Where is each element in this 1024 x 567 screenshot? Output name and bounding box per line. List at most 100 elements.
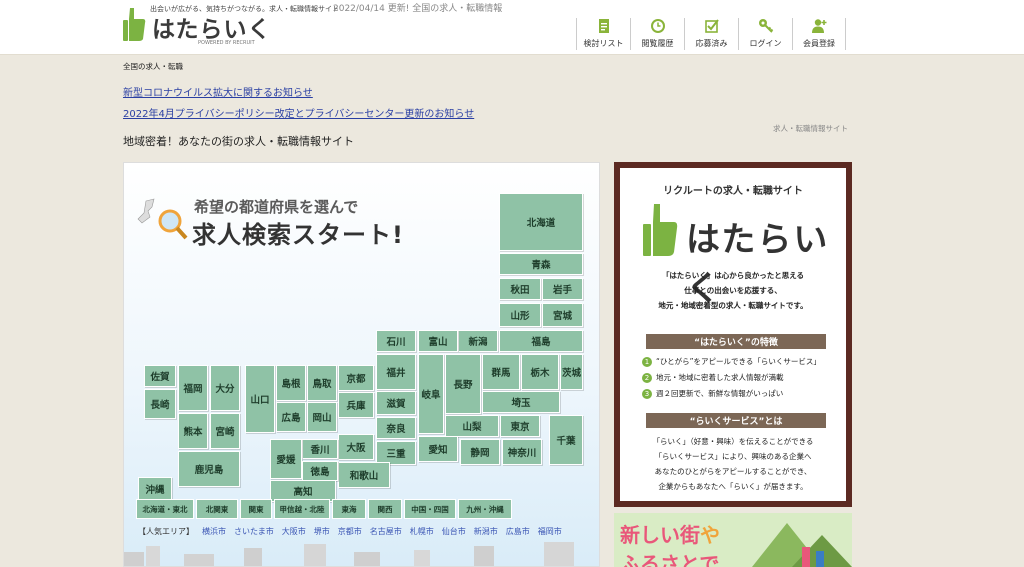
city-link[interactable]: 新潟市	[474, 526, 498, 537]
prefecture-tile[interactable]: 長野	[445, 354, 481, 414]
prefecture-tile[interactable]: 神奈川	[502, 439, 542, 465]
number-badge-3: 3	[642, 388, 652, 399]
region-button[interactable]: 九州・沖縄	[458, 499, 512, 519]
prefecture-tile[interactable]: 石川	[376, 330, 416, 352]
prefecture-tile[interactable]: 栃木	[521, 354, 559, 390]
nav-applied[interactable]: 応募済み	[684, 18, 738, 50]
city-link[interactable]: 札幌市	[410, 526, 434, 537]
region-button[interactable]: 中国・四国	[404, 499, 456, 519]
prefecture-tile[interactable]: 愛媛	[270, 439, 302, 479]
prefecture-tile[interactable]: 香川	[302, 439, 338, 459]
prefecture-tile[interactable]: 島根	[276, 365, 306, 401]
prefecture-tile[interactable]: 宮崎	[210, 413, 240, 449]
prefecture-tile[interactable]: 福岡	[178, 365, 208, 411]
notice-link[interactable]: 2022年4月プライバシーポリシー改定とプライバシーセンター更新のお知らせ	[123, 105, 474, 120]
nav-label: 検討リスト	[583, 39, 624, 48]
prefecture-tile[interactable]: 沖縄	[138, 477, 172, 501]
prefecture-tile[interactable]: 福井	[376, 354, 416, 390]
region-button[interactable]: 関東	[240, 499, 272, 519]
promo-desc-line: 「はたらいく」は心から良かったと思える	[661, 271, 805, 280]
prefecture-tile[interactable]: 愛知	[418, 436, 458, 462]
region-button[interactable]: 関西	[368, 499, 402, 519]
prefecture-tile[interactable]: 東京	[500, 415, 540, 437]
prefecture-tile[interactable]: 大分	[210, 365, 240, 411]
prefecture-tile[interactable]: 静岡	[460, 439, 500, 465]
city-link[interactable]: 広島市	[506, 526, 530, 537]
prefecture-tile[interactable]: 熊本	[178, 413, 208, 449]
powered-by: POWERED BY RECRUIT	[198, 40, 255, 46]
banner-text-part: や	[700, 523, 720, 547]
prefecture-tile[interactable]: 奈良	[376, 417, 416, 439]
prefecture-tile[interactable]: 群馬	[482, 354, 520, 390]
checkbox-icon	[704, 19, 719, 33]
service-title: “らいくサービス”とは	[646, 413, 826, 428]
promo-desc-line: 仕事との出会いを応援する、	[684, 286, 782, 295]
thumbs-up-icon	[643, 204, 678, 256]
promo-logo: はたらいく	[642, 202, 842, 309]
banner-text: 新しい街や ふるさとで	[620, 519, 720, 567]
prefecture-tile[interactable]: 新潟	[458, 330, 498, 352]
city-link[interactable]: 福岡市	[538, 526, 562, 537]
prefecture-map-card: 希望の都道府県を選んで 求人検索スタート! 北海道 青森 秋田 岩手 山形 宮城 福島 新潟富…	[123, 162, 600, 567]
clock-icon	[650, 19, 665, 33]
prefecture-tile[interactable]: 千葉	[549, 415, 583, 465]
prefecture-tile[interactable]: 岐阜	[418, 354, 444, 434]
region-button[interactable]: 北海道・東北	[136, 499, 194, 519]
prefecture-tile[interactable]: 青森	[499, 253, 583, 275]
prefecture-tile[interactable]: 岩手	[542, 278, 583, 300]
feature-item: 1 “ひとがら”をアピールできる「らいくサービス」	[642, 356, 821, 367]
city-link[interactable]: 名古屋市	[370, 526, 402, 537]
city-link[interactable]: 仙台市	[442, 526, 466, 537]
service-description: 「らいく」（好意・興味）を伝えることができる 「らいくサービス」により、興味のあ…	[630, 434, 836, 494]
region-button[interactable]: 甲信越・北陸	[274, 499, 330, 519]
nav-login[interactable]: ログイン	[738, 18, 792, 50]
feature-text: 地元・地域に密着した求人情報が満載	[656, 373, 784, 382]
notice-link[interactable]: 新型コロナウイルス拡大に関するお知らせ	[123, 84, 313, 99]
site-header: 出会いが広がる、気持ちがつながる。求人・転職情報サイト はたらいく POWERE…	[0, 0, 1024, 55]
update-info: 2022/04/14 更新! 全国の求人・転職情報	[333, 4, 503, 14]
banner-text-part: ふるさとで	[620, 552, 720, 567]
prefecture-tile[interactable]: 茨城	[560, 354, 583, 390]
city-link[interactable]: さいたま市	[234, 526, 274, 537]
prefecture-tile[interactable]: 滋賀	[376, 391, 416, 415]
prefecture-tile[interactable]: 広島	[276, 402, 306, 432]
prefecture-tile[interactable]: 鹿児島	[178, 451, 240, 487]
prefecture-tile[interactable]: 富山	[418, 330, 458, 352]
service-desc-line: 企業からもあなたへ「らいく」が届きます。	[658, 482, 808, 491]
logo-text: はたらいく	[152, 17, 272, 43]
city-link[interactable]: 横浜市	[202, 526, 226, 537]
prefecture-tile[interactable]: 山口	[245, 365, 275, 433]
prefecture-tile[interactable]: 秋田	[499, 278, 541, 300]
hometown-banner[interactable]: 新しい街や ふるさとで	[614, 513, 852, 567]
prefecture-tile[interactable]: 佐賀	[144, 365, 176, 387]
prefecture-tile[interactable]: 鳥取	[307, 365, 337, 401]
popular-label: 【人気エリア】	[138, 527, 194, 536]
prefecture-tile[interactable]: 大阪	[338, 434, 374, 460]
site-logo[interactable]: はたらいく POWERED BY RECRUIT	[122, 4, 272, 48]
nav-watchlist[interactable]: 検討リスト	[576, 18, 630, 50]
prefecture-tile[interactable]: 長崎	[144, 389, 176, 419]
city-link[interactable]: 大阪市	[282, 526, 306, 537]
prefecture-tile[interactable]: 北海道	[499, 193, 583, 251]
nav-register[interactable]: 会員登録	[792, 18, 846, 50]
prefecture-tile[interactable]: 和歌山	[338, 462, 390, 488]
city-link[interactable]: 堺市	[314, 526, 330, 537]
prefecture-tile[interactable]: 岡山	[307, 402, 337, 432]
mountain-illustration	[752, 523, 852, 567]
prefecture-tile[interactable]: 埼玉	[482, 391, 560, 413]
prefecture-tile[interactable]: 兵庫	[338, 392, 374, 418]
nav-history[interactable]: 閲覧履歴	[630, 18, 684, 50]
prefecture-tile[interactable]: 京都	[338, 365, 374, 391]
region-button[interactable]: 東海	[332, 499, 366, 519]
prefecture-tile[interactable]: 山梨	[445, 415, 499, 437]
thumbs-up-icon	[123, 8, 146, 41]
prefecture-tile[interactable]: 福島	[499, 330, 583, 352]
city-link[interactable]: 京都市	[338, 526, 362, 537]
prefecture-tile[interactable]: 宮城	[542, 303, 583, 327]
number-badge-1: 1	[642, 356, 652, 367]
prefecture-tile[interactable]: 山形	[499, 303, 541, 327]
promo-panel[interactable]: リクルートの求人・転職サイト はたらいく 「はたらいく」は心から良かったと思える…	[614, 162, 852, 507]
region-button[interactable]: 北関東	[196, 499, 238, 519]
feature-item: 2 地元・地域に密着した求人情報が満載	[642, 372, 784, 383]
prefecture-tile[interactable]: 徳島	[302, 461, 338, 481]
